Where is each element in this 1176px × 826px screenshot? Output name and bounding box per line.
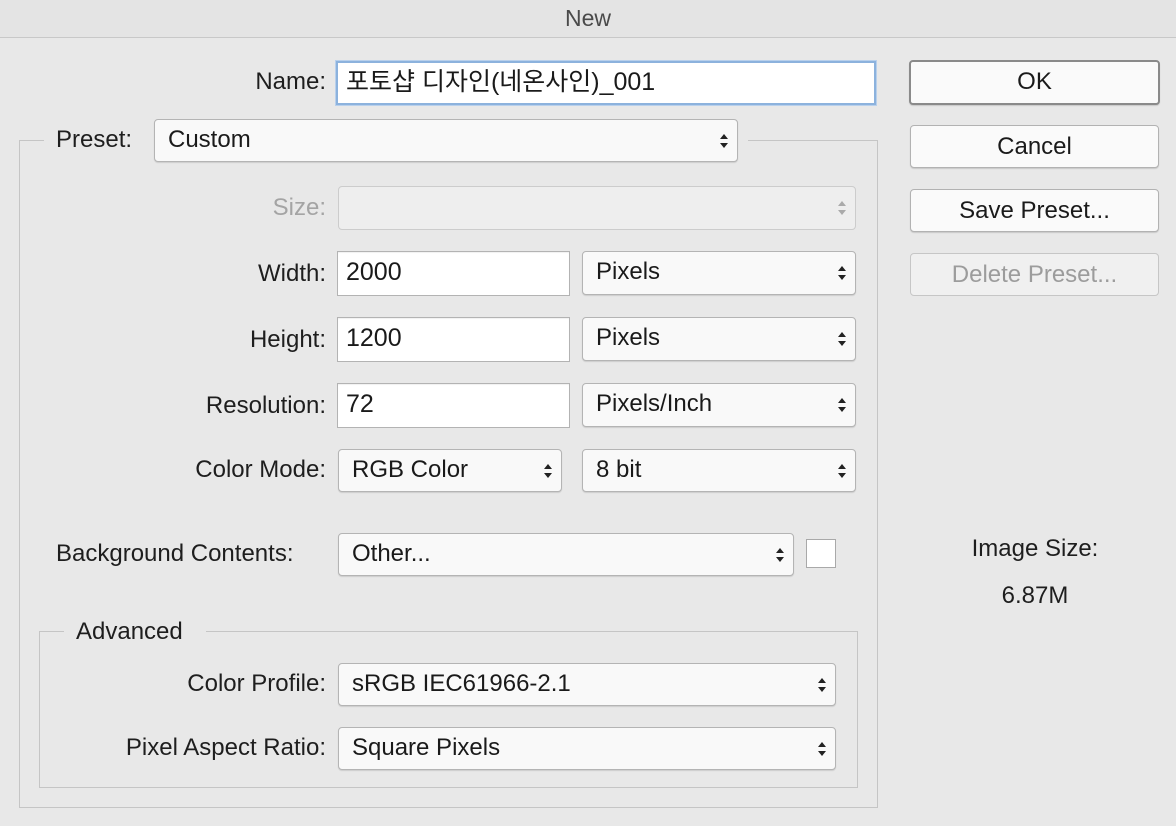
width-input[interactable]: 2000 [337, 251, 570, 296]
height-unit-select[interactable]: Pixels [582, 317, 856, 361]
advanced-heading: Advanced [76, 618, 183, 645]
cancel-button[interactable]: Cancel [910, 125, 1159, 168]
pixel-aspect-select[interactable]: Square Pixels [338, 727, 836, 770]
save-preset-button[interactable]: Save Preset... [910, 189, 1159, 232]
chevron-updown-icon [718, 131, 730, 151]
bit-depth-select[interactable]: 8 bit [582, 449, 856, 492]
image-size-label: Image Size: [971, 535, 1099, 562]
color-profile-label: Color Profile: [187, 670, 326, 697]
color-profile-select[interactable]: sRGB IEC61966-2.1 [338, 663, 836, 706]
width-unit-select[interactable]: Pixels [582, 251, 856, 295]
size-select[interactable] [338, 186, 856, 230]
chevron-updown-icon [836, 198, 848, 218]
delete-preset-button[interactable]: Delete Preset... [910, 253, 1159, 296]
bit-depth-value: 8 bit [596, 456, 642, 483]
preset-label: Preset: [56, 126, 133, 153]
color-mode-value: RGB Color [352, 456, 469, 483]
size-label: Size: [272, 194, 326, 221]
resolution-label: Resolution: [205, 392, 326, 419]
name-label: Name: [255, 68, 326, 95]
preset-select[interactable]: Custom [154, 119, 738, 162]
chevron-updown-icon [836, 395, 848, 415]
color-mode-label: Color Mode: [195, 456, 326, 483]
resolution-unit-select[interactable]: Pixels/Inch [582, 383, 856, 427]
background-color-swatch[interactable] [806, 539, 836, 568]
chevron-updown-icon [774, 545, 786, 565]
color-profile-value: sRGB IEC61966-2.1 [352, 670, 571, 697]
window-title: New [0, 0, 1176, 38]
pixel-aspect-value: Square Pixels [352, 734, 501, 761]
resolution-input[interactable]: 72 [337, 383, 570, 428]
height-unit-value: Pixels [596, 324, 661, 351]
width-unit-value: Pixels [596, 258, 661, 285]
background-contents-select[interactable]: Other... [338, 533, 794, 576]
chevron-updown-icon [816, 675, 828, 695]
background-contents-label: Background Contents: [56, 540, 294, 567]
name-input[interactable]: 포토샵 디자인(네온사인)_001 [336, 61, 876, 105]
ok-button[interactable]: OK [909, 60, 1160, 105]
preset-value: Custom [168, 126, 251, 153]
chevron-updown-icon [836, 461, 848, 481]
chevron-updown-icon [836, 329, 848, 349]
background-contents-value: Other... [352, 540, 431, 567]
height-input[interactable]: 1200 [337, 317, 570, 362]
resolution-unit-value: Pixels/Inch [596, 390, 713, 417]
width-label: Width: [257, 260, 326, 287]
chevron-updown-icon [816, 739, 828, 759]
image-size-value: 6.87M [1001, 582, 1069, 609]
color-mode-select[interactable]: RGB Color [338, 449, 562, 492]
height-label: Height: [249, 326, 326, 353]
chevron-updown-icon [542, 461, 554, 481]
pixel-aspect-label: Pixel Aspect Ratio: [125, 734, 326, 761]
chevron-updown-icon [836, 263, 848, 283]
